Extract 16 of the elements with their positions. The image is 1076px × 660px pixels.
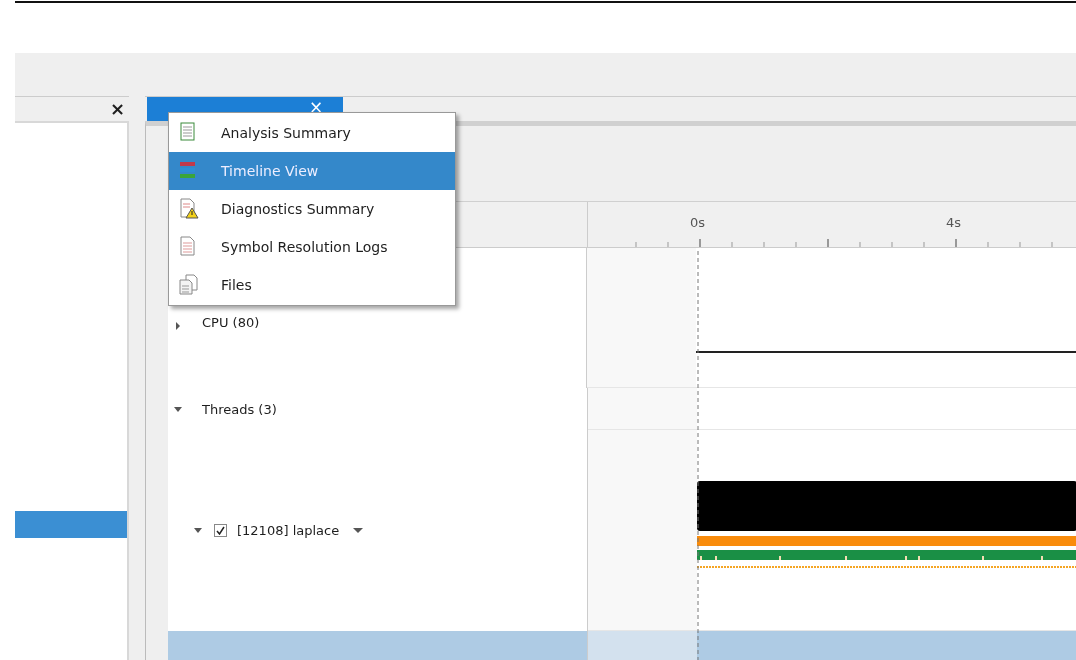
menu-item[interactable]: Symbol Resolution Logs	[169, 228, 455, 266]
dropdown-arrow-icon[interactable]	[353, 528, 364, 533]
menu-item[interactable]: Files	[169, 266, 455, 304]
collapse-arrow-icon[interactable]	[174, 406, 182, 412]
collapse-arrow-icon[interactable]	[194, 528, 202, 533]
checkbox[interactable]	[214, 524, 227, 537]
row-label: [12108] laplace	[237, 523, 340, 538]
row-label: Threads (3)	[202, 401, 277, 417]
close-button[interactable]: ×	[109, 100, 125, 118]
warning-document-icon	[178, 198, 199, 219]
tick-label: 0s	[690, 215, 706, 230]
menu-item[interactable]: Diagnostics Summary	[169, 190, 455, 228]
row-label: CPU (80)	[202, 315, 260, 330]
documents-icon	[178, 274, 199, 295]
expand-arrow-icon[interactable]	[176, 322, 180, 330]
tick-label: 4s	[946, 215, 962, 230]
